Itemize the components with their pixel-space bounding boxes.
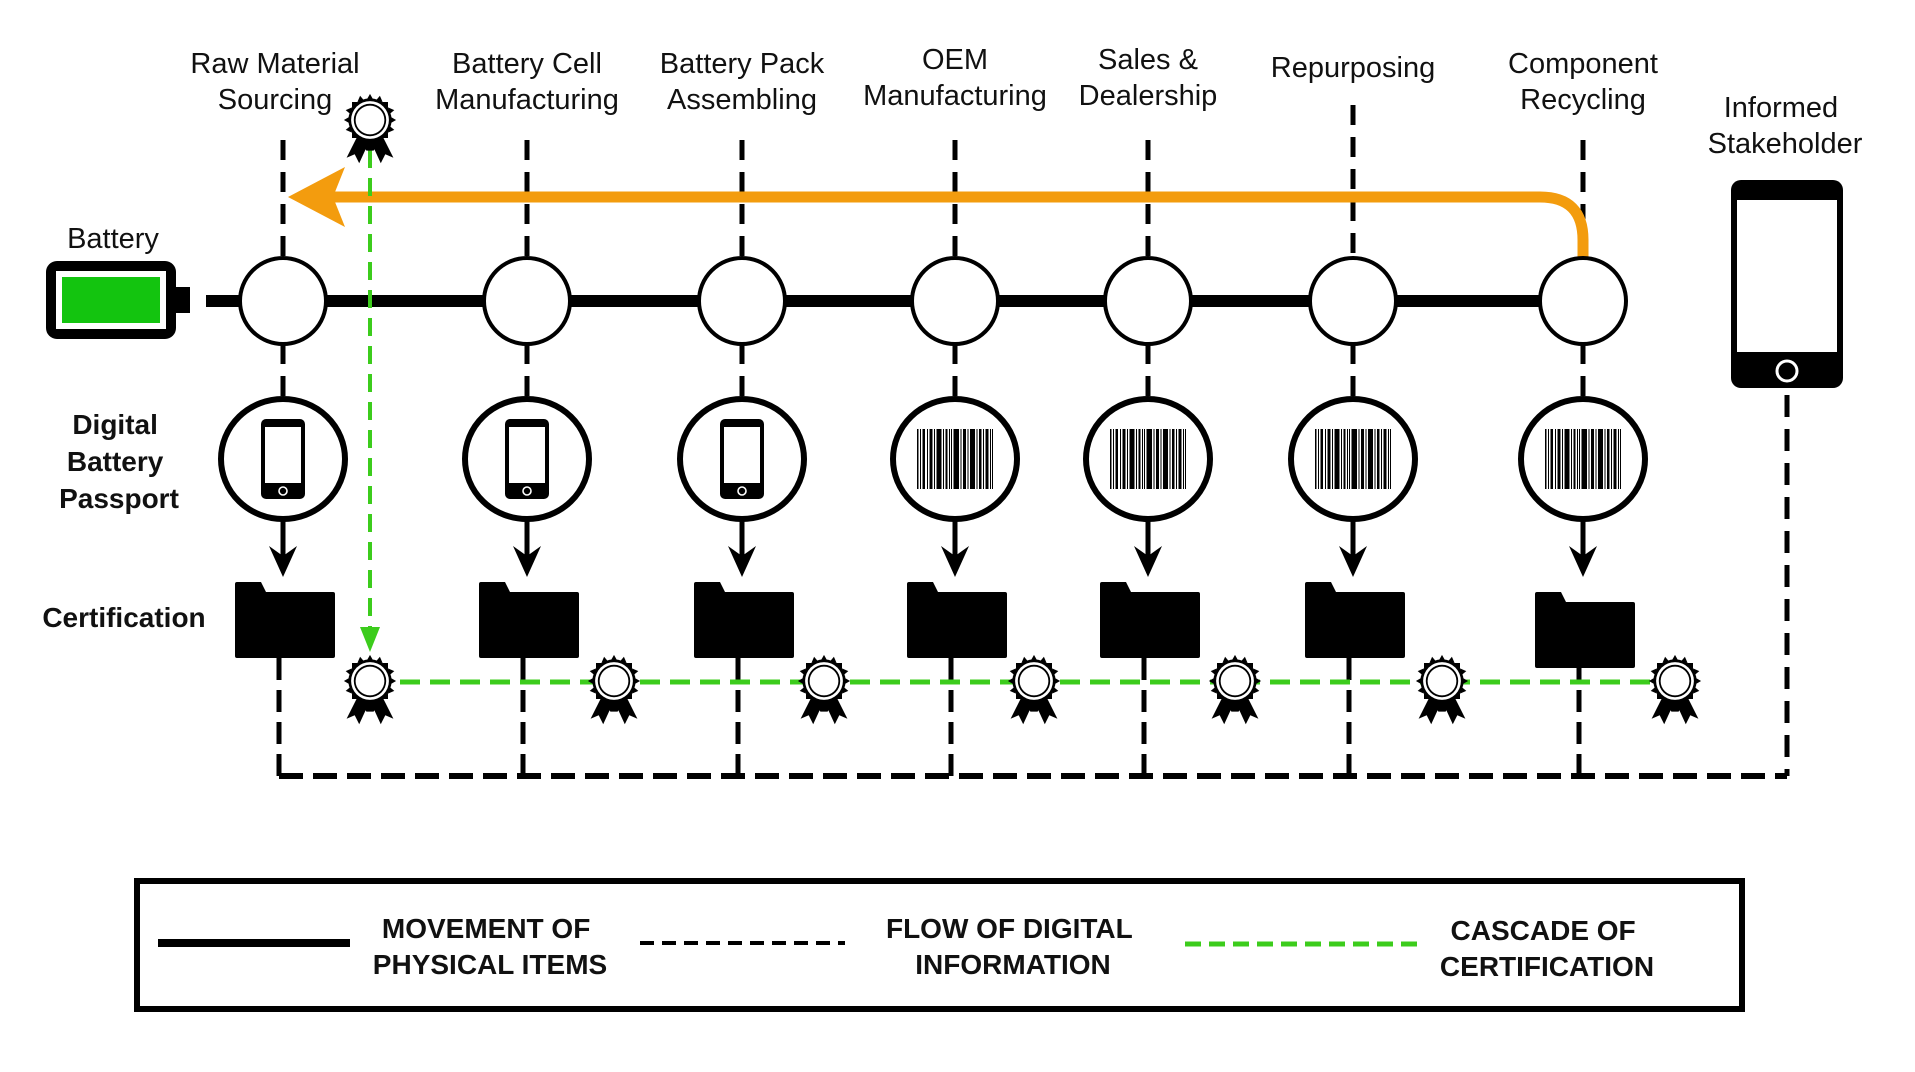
passport-label-line-2: Battery: [67, 446, 164, 477]
stage-node: [482, 256, 572, 346]
stage-label-line-1: Battery Cell: [452, 48, 602, 80]
stage-label: OEM Manufacturing: [863, 44, 1047, 112]
stage-label-line-2: Assembling: [667, 84, 817, 116]
award-ribbon-icon: [1415, 654, 1469, 725]
battery-icon: [46, 261, 190, 339]
award-ribbon-icon: [1648, 654, 1702, 725]
stakeholder-label-line-2: Stakeholder: [1708, 128, 1863, 160]
folder-icon: [907, 582, 1007, 658]
certification-cascade-arrowhead: [360, 627, 380, 652]
stage-battery-cell-manufacturing: Battery Cell Manufacturing: [435, 48, 641, 725]
folder-icon: [694, 582, 794, 658]
stage-label-line-2: Recycling: [1520, 84, 1646, 116]
folder-icon: [1535, 592, 1635, 668]
recycling-loop-arrow: [288, 167, 1589, 258]
stakeholder-label-line-1: Informed: [1724, 92, 1838, 124]
stage-label-line-1: Repurposing: [1271, 52, 1435, 84]
award-ribbon-icon: [343, 654, 397, 725]
battery: Battery: [46, 223, 190, 339]
battery-label: Battery: [67, 223, 159, 255]
stage-label-line-1: Sales &: [1098, 44, 1198, 76]
battery-charge-fill: [62, 277, 160, 323]
stage-label-line-1: Raw Material: [190, 48, 359, 80]
stage-label-line-1: OEM: [922, 44, 988, 76]
stage-label-line-2: Sourcing: [218, 84, 332, 116]
stage-label: Battery Pack Assembling: [660, 48, 825, 116]
folder-icon: [235, 582, 335, 658]
stakeholder-label: Informed Stakeholder: [1708, 92, 1863, 160]
stage-label-line-2: Manufacturing: [863, 80, 1047, 112]
stage-label: Component Recycling: [1508, 48, 1658, 116]
legend-digital-line-1: FLOW OF DIGITAL: [886, 913, 1133, 944]
folder-icon: [1100, 582, 1200, 658]
stages: Raw Material Sourcing Battery Cell Manufact…: [190, 44, 1702, 725]
passport-row-label: Digital Battery Passport: [59, 409, 179, 514]
stage-label-line-1: Component: [1508, 48, 1658, 80]
recycling-loop-line: [320, 191, 1589, 258]
stage-battery-pack-assembling: Battery Pack Assembling: [660, 48, 851, 725]
legend: MOVEMENT OF PHYSICAL ITEMS FLOW OF DIGIT…: [134, 878, 1745, 1012]
award-ribbon-icon: [797, 654, 851, 725]
stage-label: Raw Material Sourcing: [190, 48, 359, 116]
stage-sales-dealership: Sales & Dealership: [1079, 44, 1262, 725]
stage-repurposing: Repurposing: [1271, 52, 1469, 725]
legend-physical-line-1: MOVEMENT OF: [382, 913, 590, 944]
stage-label: Sales & Dealership: [1079, 44, 1218, 112]
stage-label: Repurposing: [1271, 52, 1435, 84]
stage-node: [1308, 256, 1398, 346]
stage-label-line-1: Battery Pack: [660, 48, 825, 80]
stage-node: [238, 256, 328, 346]
stage-label: Battery Cell Manufacturing: [435, 48, 619, 116]
legend-certification-line-2: CERTIFICATION: [1440, 951, 1654, 982]
legend-physical-line-2: PHYSICAL ITEMS: [373, 949, 607, 980]
stage-component-recycling: Component Recycling: [1508, 48, 1702, 725]
battery-passport-diagram: Raw Material Sourcing Battery Cell Manufact…: [42, 44, 1863, 1012]
certification-row-label: Certification: [42, 602, 205, 633]
legend-digital-line-2: INFORMATION: [915, 949, 1110, 980]
folder-icon: [1305, 582, 1405, 658]
stage-node: [910, 256, 1000, 346]
stage-oem-manufacturing: OEM Manufacturing: [863, 44, 1061, 725]
award-ribbon-icon: [587, 654, 641, 725]
stage-node: [1103, 256, 1193, 346]
stage-node: [697, 256, 787, 346]
award-ribbon-icon: [1208, 654, 1262, 725]
stage-node: [1538, 256, 1628, 346]
folder-icon: [479, 582, 579, 658]
smartphone-icon: [720, 419, 764, 499]
stakeholder-smartphone-icon: [1731, 180, 1843, 388]
stage-label-line-2: Manufacturing: [435, 84, 619, 116]
smartphone-icon: [505, 419, 549, 499]
legend-certification-line-1: CASCADE OF: [1451, 915, 1636, 946]
passport-label-line-3: Passport: [59, 483, 179, 514]
award-ribbon-icon: [1007, 654, 1061, 725]
stage-label-line-2: Dealership: [1079, 80, 1218, 112]
smartphone-icon: [261, 419, 305, 499]
passport-label-line-1: Digital: [72, 409, 158, 440]
informed-stakeholder: Informed Stakeholder: [1708, 92, 1863, 388]
